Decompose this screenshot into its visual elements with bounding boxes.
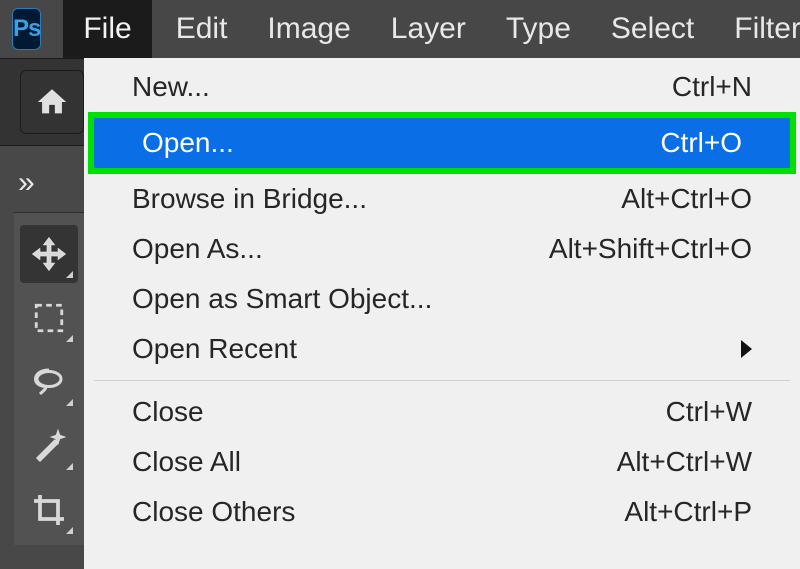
move-tool[interactable]	[20, 225, 78, 283]
move-icon	[30, 235, 68, 273]
menu-item-label: Open Recent	[132, 333, 297, 365]
menu-item-shortcut: Ctrl+O	[660, 127, 742, 159]
lasso-icon	[31, 364, 67, 400]
crop-tool[interactable]	[20, 481, 78, 539]
menu-layer[interactable]: Layer	[371, 0, 486, 58]
menu-select[interactable]: Select	[591, 0, 714, 58]
menubar: Ps File Edit Image Layer Type Select Fil…	[0, 0, 800, 58]
menu-item-label: Open...	[142, 127, 234, 159]
menu-item-close-others[interactable]: Close Others Alt+Ctrl+P	[84, 487, 800, 537]
menu-item-shortcut: Alt+Ctrl+O	[621, 183, 752, 215]
menu-item-label: Close All	[132, 446, 241, 478]
menu-item-shortcut: Ctrl+W	[666, 396, 752, 428]
menu-item-close[interactable]: Close Ctrl+W	[84, 387, 800, 437]
wand-tool[interactable]	[20, 417, 78, 475]
menu-item-shortcut: Alt+Shift+Ctrl+O	[549, 233, 752, 265]
menu-item-browse-in-bridge[interactable]: Browse in Bridge... Alt+Ctrl+O	[84, 174, 800, 224]
menu-item-label: Close	[132, 396, 204, 428]
highlight-box: Open... Ctrl+O	[88, 112, 796, 174]
marquee-tool[interactable]	[20, 289, 78, 347]
tool-palette	[14, 212, 84, 545]
wand-icon	[31, 428, 67, 464]
menu-item-label: New...	[132, 71, 210, 103]
menu-item-close-all[interactable]: Close All Alt+Ctrl+W	[84, 437, 800, 487]
menu-item-label: Close Others	[132, 496, 295, 528]
menu-item-open-as-smart-object[interactable]: Open as Smart Object...	[84, 274, 800, 324]
home-icon	[35, 85, 69, 119]
marquee-icon	[32, 301, 66, 335]
menu-item-shortcut: Alt+Ctrl+W	[617, 446, 752, 478]
menu-filter[interactable]: Filter	[714, 0, 800, 58]
menu-item-label: Open as Smart Object...	[132, 283, 432, 315]
menu-item-open[interactable]: Open... Ctrl+O	[94, 118, 790, 168]
submenu-arrow-icon	[741, 340, 752, 358]
menu-item-open-recent[interactable]: Open Recent	[84, 324, 800, 374]
menu-item-label: Open As...	[132, 233, 263, 265]
menu-item-shortcut: Alt+Ctrl+P	[624, 496, 752, 528]
home-button[interactable]	[20, 70, 84, 134]
menu-item-label: Browse in Bridge...	[132, 183, 367, 215]
crop-icon	[31, 492, 67, 528]
file-menu-dropdown: New... Ctrl+N Open... Ctrl+O Browse in B…	[84, 58, 800, 569]
menu-file[interactable]: File	[63, 0, 151, 58]
menu-type[interactable]: Type	[486, 0, 591, 58]
menu-item-new[interactable]: New... Ctrl+N	[84, 62, 800, 112]
menu-image[interactable]: Image	[247, 0, 370, 58]
menu-separator	[94, 380, 790, 381]
expand-chevron-icon[interactable]: »	[18, 166, 35, 200]
lasso-tool[interactable]	[20, 353, 78, 411]
app-logo: Ps	[12, 8, 41, 50]
menu-item-shortcut: Ctrl+N	[672, 71, 752, 103]
menu-item-open-as[interactable]: Open As... Alt+Shift+Ctrl+O	[84, 224, 800, 274]
menu-edit[interactable]: Edit	[156, 0, 248, 58]
